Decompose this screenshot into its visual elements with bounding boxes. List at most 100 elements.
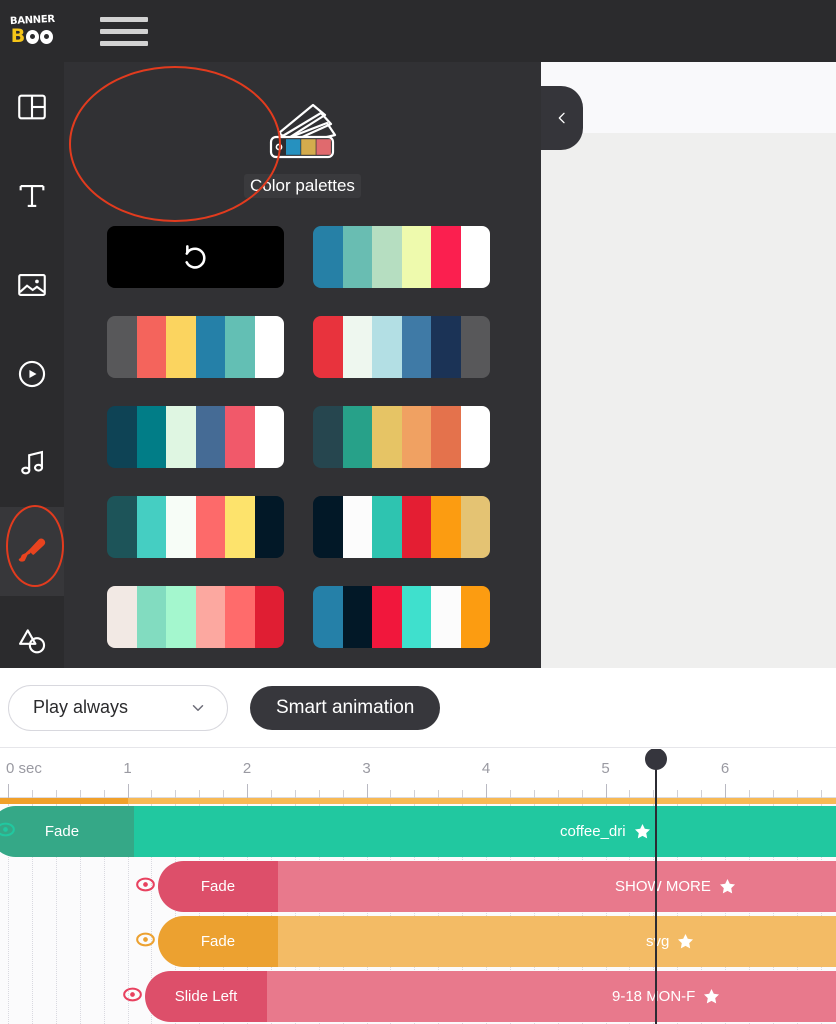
top-bar: BANNER B [0, 0, 836, 62]
panel-collapse-button[interactable] [541, 86, 583, 150]
star-icon[interactable] [676, 932, 695, 951]
ruler-tick [294, 790, 296, 798]
shapes-icon [19, 628, 46, 653]
timeline-clip[interactable]: Slide Left 9-18 MON-F [145, 971, 836, 1022]
app-logo[interactable]: BANNER B [0, 0, 64, 62]
palette-card-p5[interactable] [313, 406, 490, 468]
clip-animation-label[interactable]: Fade [158, 916, 278, 967]
playhead-knob[interactable] [645, 749, 667, 770]
palette-swatch [460, 316, 490, 378]
palette-card-p7[interactable] [313, 496, 490, 558]
palette-card-p8[interactable] [107, 586, 284, 648]
palette-swatch [136, 406, 166, 468]
star-icon[interactable] [718, 877, 737, 896]
chevron-down-icon [192, 704, 204, 711]
ruler-label-4: 4 [481, 760, 491, 777]
smart-animation-button[interactable]: Smart animation [250, 685, 441, 730]
ruler-tick [438, 790, 440, 798]
palette-swatch [313, 586, 343, 648]
hamburger-bar-1 [100, 16, 148, 22]
clip-animation-label[interactable]: Fade [0, 806, 134, 857]
track-visibility-eye-icon[interactable] [0, 822, 15, 837]
track-visibility-eye-icon[interactable] [123, 987, 142, 1002]
palette-swatch [225, 406, 255, 468]
ruler-label-1: 1 [123, 760, 132, 777]
palette-card-p2[interactable] [107, 316, 284, 378]
timeline-clip[interactable]: Fade svg [158, 916, 836, 967]
sidebar-item-image[interactable] [0, 240, 64, 329]
timeline-track[interactable]: Fade SHOW MORE [0, 859, 836, 914]
sidebar-item-templates[interactable] [0, 62, 64, 151]
palette-swatch [225, 496, 255, 558]
canvas-area[interactable] [541, 62, 836, 668]
timeline-track[interactable]: Fade svg [0, 914, 836, 969]
palette-swatch [107, 406, 137, 468]
palette-swatch [460, 496, 490, 558]
palette-card-p9[interactable] [313, 586, 490, 648]
palette-swatch [342, 586, 372, 648]
palette-swatch [254, 406, 284, 468]
play-mode-select[interactable]: Play always [8, 684, 228, 731]
timeline-track[interactable]: Fade coffee_dri [0, 804, 836, 859]
palette-card-p4[interactable] [107, 406, 284, 468]
timeline-playhead[interactable] [645, 749, 667, 1024]
palette-swatch [195, 496, 225, 558]
image-icon [18, 273, 46, 296]
panel-header: Color palettes [64, 62, 541, 222]
ruler-tick [629, 790, 631, 798]
ruler-tick [366, 784, 368, 798]
palette-swatch [313, 226, 343, 288]
clip-animation-label[interactable]: Fade [158, 861, 278, 912]
hamburger-menu-icon[interactable] [100, 11, 148, 51]
clip-animation-label[interactable]: Slide Left [145, 971, 267, 1022]
palette-swatch [401, 586, 431, 648]
timeline-clip[interactable]: Fade coffee_dri [0, 806, 836, 857]
timeline-track[interactable]: Slide Left 9-18 MON-F [0, 969, 836, 1024]
palette-swatch [401, 496, 431, 558]
timeline-clip[interactable]: Fade SHOW MORE [158, 861, 836, 912]
palette-swatch [342, 406, 372, 468]
ruler-tick [748, 790, 750, 798]
palette-swatch [195, 316, 225, 378]
ruler-tick [533, 790, 535, 798]
ruler-label-0: 0 sec [6, 760, 42, 777]
tool-rail [0, 62, 64, 668]
sidebar-item-audio[interactable] [0, 418, 64, 507]
palette-swatch [136, 316, 166, 378]
sidebar-item-video[interactable] [0, 329, 64, 418]
palette-card-p6[interactable] [107, 496, 284, 558]
palette-swatch [107, 316, 137, 378]
track-visibility-eye-icon[interactable] [136, 877, 155, 892]
track-visibility-eye-icon[interactable] [136, 932, 155, 947]
clip-body[interactable]: coffee_dri [134, 806, 836, 857]
ruler-tick [342, 790, 344, 798]
ruler-tick [175, 790, 177, 798]
timeline-tracks: Fade coffee_dri Fade SHOW MORE Fade svg Slide … [0, 804, 836, 1024]
ruler-tick [199, 790, 201, 798]
star-icon[interactable] [702, 987, 721, 1006]
clip-body[interactable]: svg [278, 916, 836, 967]
clip-body[interactable]: 9-18 MON-F [267, 971, 836, 1022]
palette-swatch [313, 406, 343, 468]
timeline-ruler[interactable]: 0 sec 1 2 3 4 5 6 [0, 749, 836, 798]
clip-layer-name-text: coffee_dri [560, 823, 626, 840]
palette-swatch [166, 496, 196, 558]
sidebar-item-brand-colors[interactable] [0, 507, 64, 596]
clip-layer-name-text: 9-18 MON-F [612, 988, 696, 1005]
palette-card-p1[interactable] [313, 226, 490, 288]
color-palettes-panel: Color palettes [64, 62, 541, 668]
clip-layer-name: SHOW MORE [615, 877, 737, 896]
palette-swatch [460, 226, 490, 288]
ruler-tick [31, 790, 33, 798]
star-icon[interactable] [633, 822, 652, 841]
palette-swatch [431, 316, 461, 378]
sidebar-item-text[interactable] [0, 151, 64, 240]
palette-card-p3[interactable] [313, 316, 490, 378]
logo-eye-right-icon [40, 29, 54, 44]
ruler-tick [796, 790, 798, 798]
clip-body[interactable]: SHOW MORE [278, 861, 836, 912]
ruler-tick [557, 790, 559, 798]
hamburger-bar-2 [100, 28, 148, 34]
ruler-tick [581, 790, 583, 798]
reset-palette-button[interactable] [107, 226, 284, 288]
